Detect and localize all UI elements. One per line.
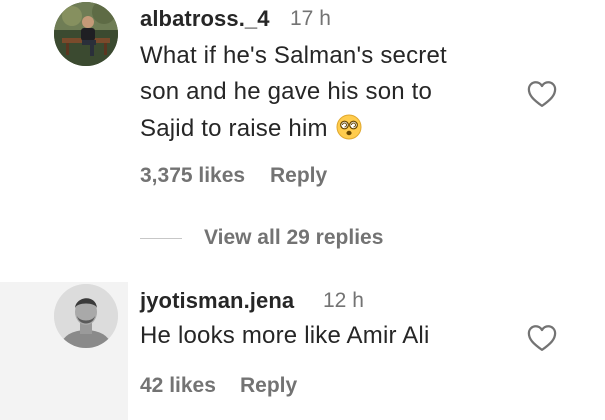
view-replies-label: View all 29 replies xyxy=(204,226,384,249)
heart-outline-icon[interactable] xyxy=(527,80,557,108)
comment-timestamp: 17 h xyxy=(290,7,331,30)
comment-text-line-with-emoji: Sajid to raise him xyxy=(140,114,362,147)
divider-line xyxy=(140,237,182,239)
comment-text-line: son and he gave his son to xyxy=(140,78,433,105)
face-with-spiral-eyes-emoji xyxy=(336,114,362,147)
likes-count[interactable]: 3,375 likes xyxy=(140,164,245,188)
avatar[interactable] xyxy=(54,2,118,66)
avatar-image xyxy=(54,2,118,66)
view-replies-button[interactable]: View all 29 replies xyxy=(140,222,383,254)
likes-count[interactable]: 42 likes xyxy=(140,374,216,398)
reply-button[interactable]: Reply xyxy=(240,374,297,398)
heart-outline-icon[interactable] xyxy=(527,324,557,352)
comment-text-line: He looks more like Amir Ali xyxy=(140,322,430,349)
avatar[interactable] xyxy=(54,284,118,348)
comment-text-line: What if he's Salman's secret xyxy=(140,42,447,69)
avatar-image xyxy=(54,284,118,348)
comment-item: jyotisman.jena 12 h He looks more like A… xyxy=(0,282,605,420)
comment-text-line: Sajid to raise him xyxy=(140,115,328,142)
comment-item: albatross._4 17 h What if he's Salman's … xyxy=(0,0,605,210)
comment-username[interactable]: jyotisman.jena xyxy=(140,288,294,314)
comment-username[interactable]: albatross._4 xyxy=(140,6,270,32)
comment-timestamp: 12 h xyxy=(323,289,364,312)
reply-button[interactable]: Reply xyxy=(270,164,327,188)
